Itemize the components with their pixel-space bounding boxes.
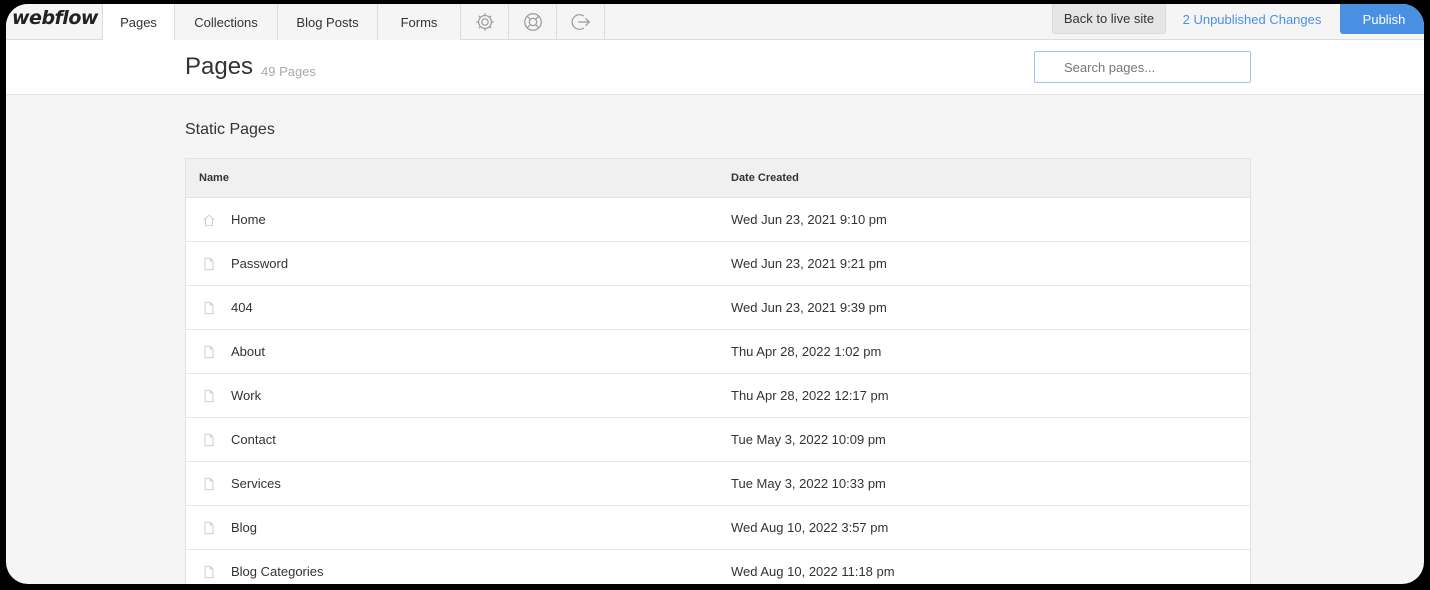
row-name: Contact [231,432,276,447]
pages-table: Name Date Created Home Wed Jun 23, 2021 … [185,158,1251,584]
page-icon [204,433,214,447]
row-date: Wed Jun 23, 2021 9:10 pm [731,212,887,227]
page-title: Pages [185,53,254,80]
row-name: Work [231,388,262,403]
row-date: Tue May 3, 2022 10:09 pm [731,432,886,447]
unpublished-changes-link[interactable]: 2 Unpublished Changes [1176,4,1328,34]
row-date: Thu Apr 28, 2022 1:02 pm [731,344,882,359]
page-icon [204,257,214,271]
table-row[interactable]: Services Tue May 3, 2022 10:33 pm [186,462,1250,506]
row-date: Tue May 3, 2022 10:33 pm [731,476,886,491]
help-icon [523,13,542,31]
row-name: About [231,344,265,359]
publish-button[interactable]: Publish [1340,4,1424,34]
tab-label: Pages [120,15,157,30]
row-name: Blog Categories [231,564,324,579]
exit-button[interactable] [557,4,605,40]
device-frame: webflow Pages Collections Blog Posts For… [0,0,1430,590]
row-date: Wed Jun 23, 2021 9:21 pm [731,256,887,271]
page-icon [204,477,214,491]
table-row[interactable]: About Thu Apr 28, 2022 1:02 pm [186,330,1250,374]
settings-button[interactable] [461,4,509,40]
tab-blog-posts[interactable]: Blog Posts [278,4,378,40]
tab-label: Collections [194,14,258,30]
tab-forms[interactable]: Forms [378,4,461,40]
table-row[interactable]: Password Wed Jun 23, 2021 9:21 pm [186,242,1250,286]
row-name: Services [231,476,281,491]
page-header: Pages 49 Pages Search pages... [6,40,1424,95]
row-date: Wed Aug 10, 2022 11:18 pm [731,564,895,579]
table-row[interactable]: Home Wed Jun 23, 2021 9:10 pm [186,198,1250,242]
section-title: Static Pages [185,121,275,138]
row-name: 404 [231,300,253,315]
page-icon [204,389,214,403]
tab-collections[interactable]: Collections [175,4,278,40]
page-icon [204,301,214,315]
webflow-logo: webflow [12,7,98,29]
search-input[interactable]: Search pages... [1034,51,1251,83]
row-date: Thu Apr 28, 2022 12:17 pm [731,388,889,403]
page-icon [204,521,214,535]
page-icon [204,565,214,579]
help-button[interactable] [509,4,557,40]
app-screen: webflow Pages Collections Blog Posts For… [6,4,1424,584]
row-date: Wed Aug 10, 2022 3:57 pm [731,520,889,535]
gear-icon [475,13,494,31]
page-icon [204,345,214,359]
exit-icon [571,14,590,30]
table-row[interactable]: 404 Wed Jun 23, 2021 9:39 pm [186,286,1250,330]
row-name: Home [231,212,266,227]
column-header-date[interactable]: Date Created [731,172,799,184]
tab-pages[interactable]: Pages [102,4,175,41]
table-row[interactable]: Work Thu Apr 28, 2022 12:17 pm [186,374,1250,418]
table-row[interactable]: Blog Wed Aug 10, 2022 3:57 pm [186,506,1250,550]
table-row[interactable]: Contact Tue May 3, 2022 10:09 pm [186,418,1250,462]
column-header-name[interactable]: Name [199,172,229,184]
table-row[interactable]: Blog Categories Wed Aug 10, 2022 11:18 p… [186,550,1250,584]
tab-label: Forms [400,14,438,30]
row-date: Wed Jun 23, 2021 9:39 pm [731,300,887,315]
table-header: Name Date Created [186,159,1250,198]
home-icon [203,214,215,226]
page-count: 49 Pages [261,64,316,79]
row-name: Password [231,256,289,271]
top-nav: webflow Pages Collections Blog Posts For… [6,4,1424,41]
tab-label: Blog Posts [296,14,359,30]
back-to-live-site-button[interactable]: Back to live site [1052,4,1166,34]
row-name: Blog [231,520,258,535]
search-placeholder: Search pages... [1064,59,1156,75]
